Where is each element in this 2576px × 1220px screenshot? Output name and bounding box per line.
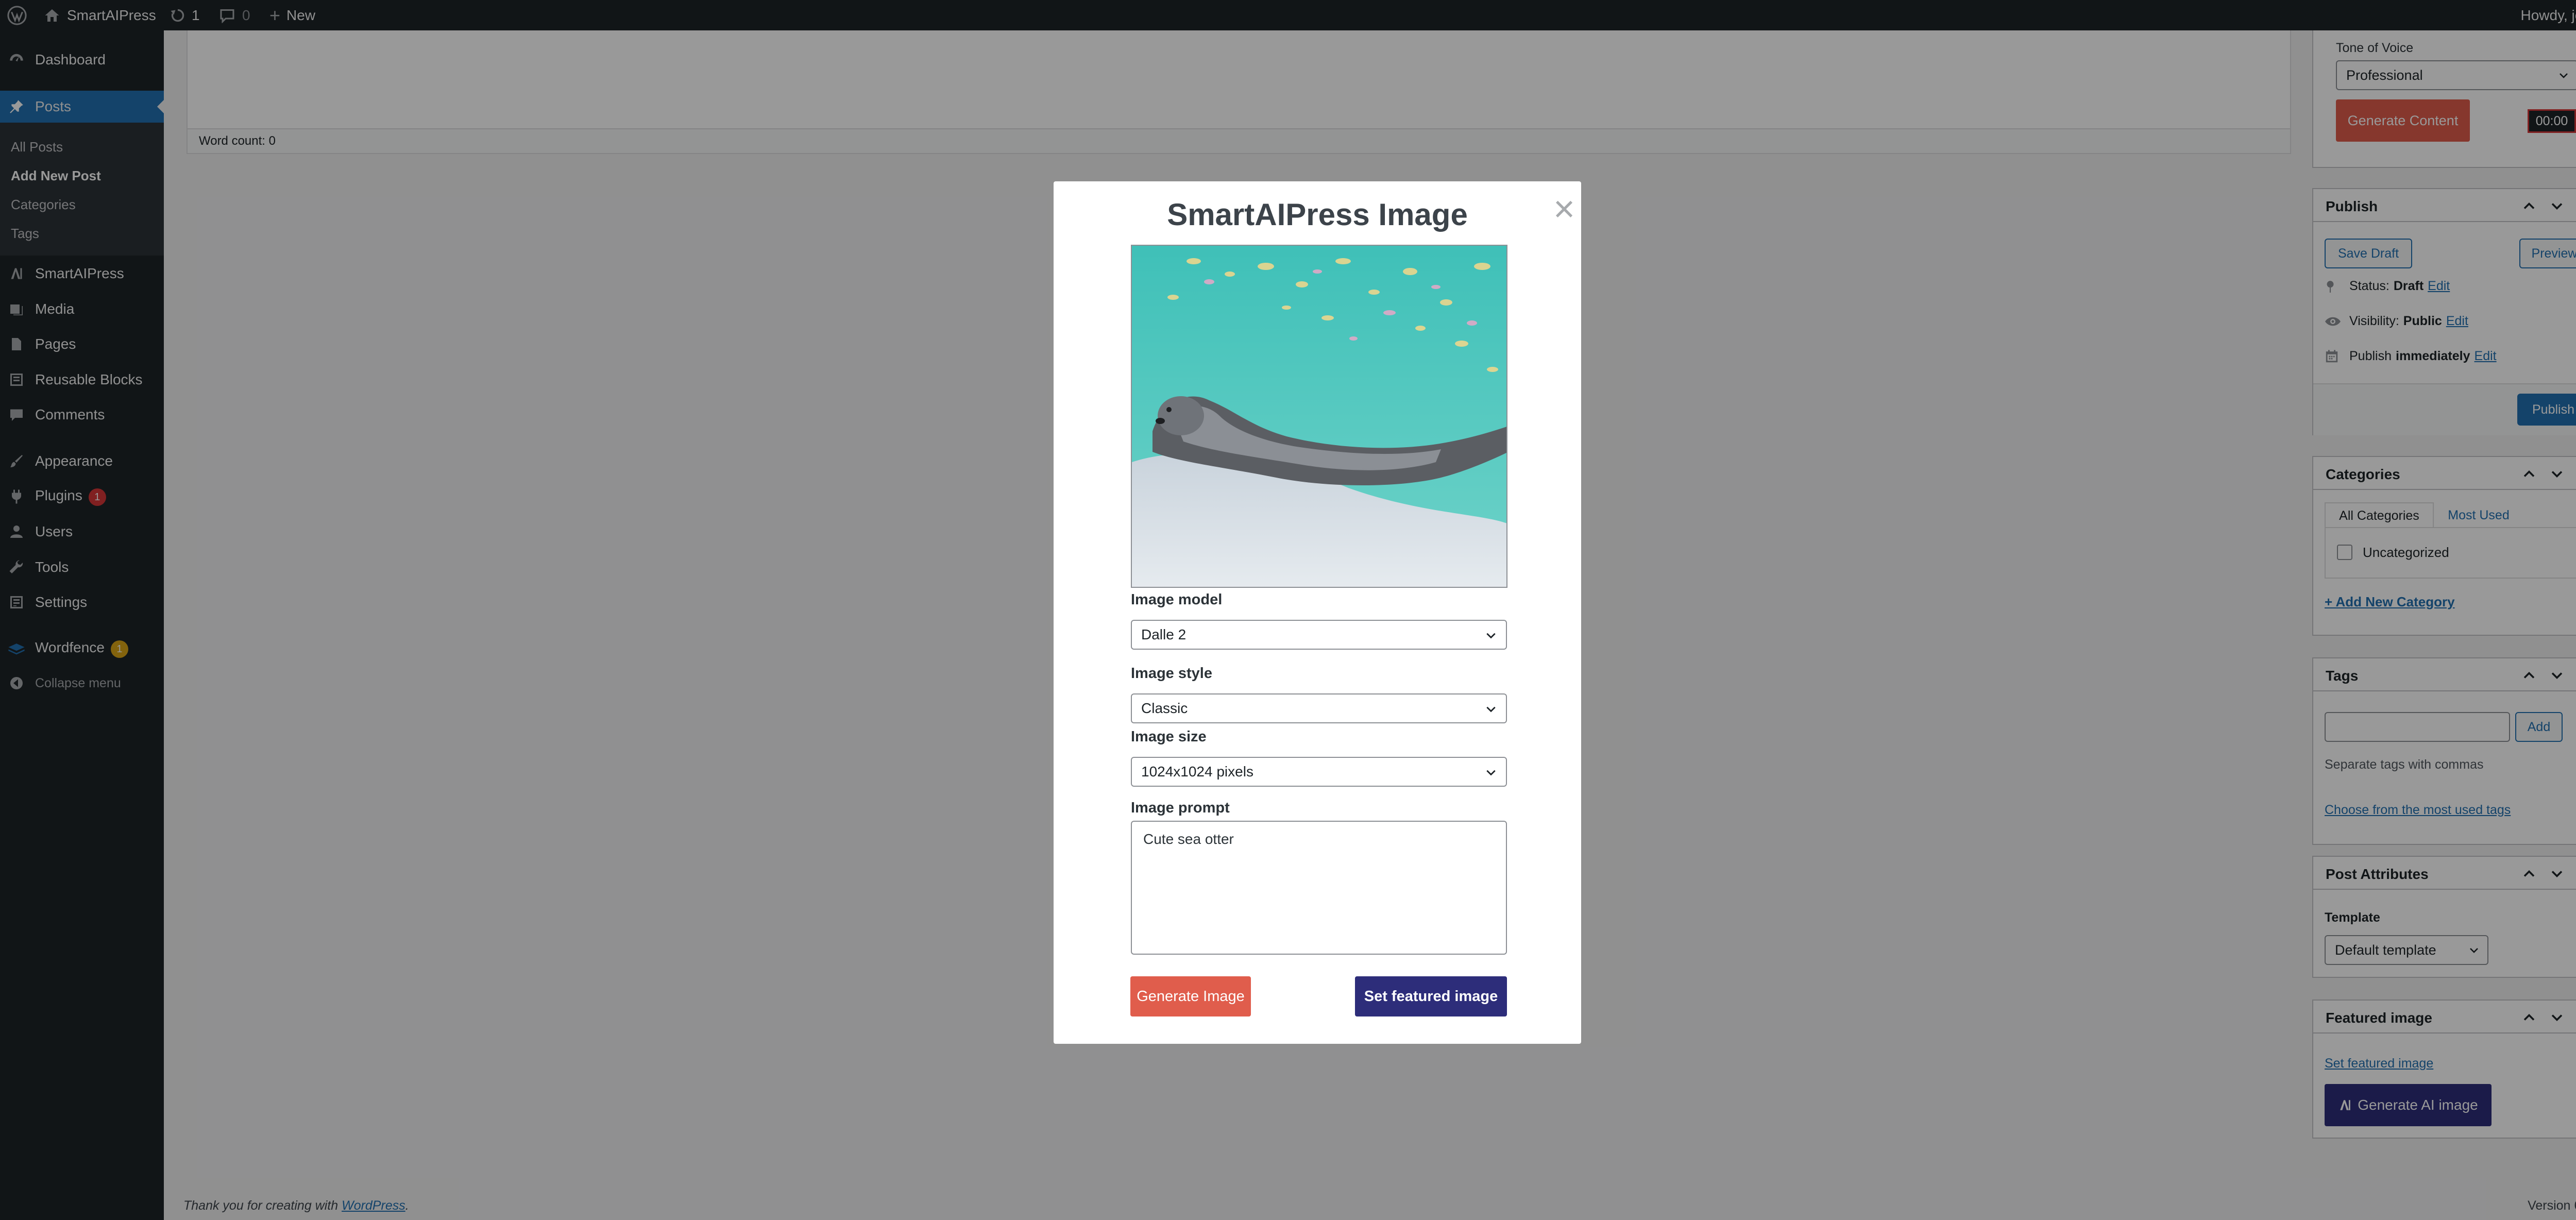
image-style-label: Image style bbox=[1131, 665, 1212, 682]
image-style-value: Classic bbox=[1141, 700, 1188, 716]
image-style-select[interactable]: Classic bbox=[1131, 693, 1507, 723]
image-prompt-label: Image prompt bbox=[1131, 800, 1230, 816]
close-icon[interactable]: × bbox=[1553, 191, 1575, 228]
image-size-value: 1024x1024 pixels bbox=[1141, 764, 1253, 780]
image-model-label: Image model bbox=[1131, 591, 1223, 608]
image-prompt-textarea[interactable]: Cute sea otter bbox=[1131, 821, 1507, 955]
image-size-label: Image size bbox=[1131, 728, 1207, 745]
image-model-value: Dalle 2 bbox=[1141, 626, 1187, 642]
image-size-select[interactable]: 1024x1024 pixels bbox=[1131, 757, 1507, 787]
generate-image-button[interactable]: Generate Image bbox=[1130, 976, 1251, 1016]
generated-image-preview bbox=[1131, 245, 1507, 588]
chevron-down-icon bbox=[1486, 633, 1496, 639]
smartaipress-image-modal: SmartAIPress Image × Image model Dalle 2… bbox=[1054, 181, 1581, 1044]
set-featured-image-button[interactable]: Set featured image bbox=[1355, 976, 1507, 1016]
sea-otter-image bbox=[1132, 246, 1506, 587]
chevron-down-icon bbox=[1486, 706, 1496, 713]
chevron-down-icon bbox=[1486, 770, 1496, 776]
modal-title: SmartAIPress Image bbox=[1167, 197, 1468, 232]
image-model-select[interactable]: Dalle 2 bbox=[1131, 620, 1507, 650]
